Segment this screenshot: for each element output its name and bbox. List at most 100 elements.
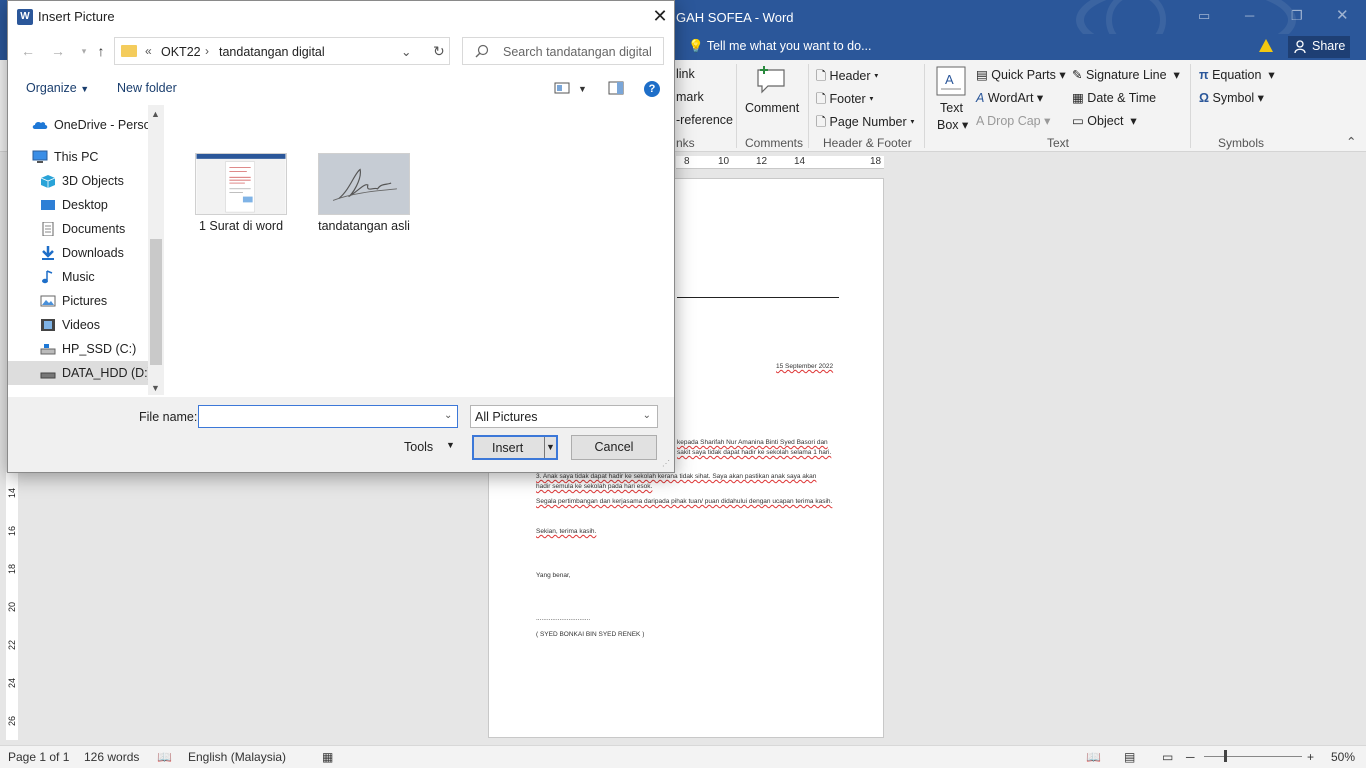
document-title: GAH SOFEA - Word [676, 10, 794, 25]
file-item[interactable]: 1 Surat di word [183, 145, 293, 235]
language[interactable]: English (Malaysia) [188, 750, 286, 764]
zoom-slider[interactable] [1204, 756, 1302, 757]
nav-label: Music [62, 270, 95, 284]
window-close-icon[interactable]: ✕ [1336, 6, 1349, 24]
nav-item-hp-ssd[interactable]: HP_SSD (C:) [8, 337, 148, 361]
insert-picture-dialog: W Insert Picture ✕ ← → ▾ ↑ « OKT22 › tan… [7, 0, 675, 473]
ribbon-bookmark-partial[interactable]: mark [676, 90, 704, 104]
organize-button[interactable]: Organize ▼ [26, 81, 89, 95]
minimize-icon[interactable]: ─ [1245, 8, 1254, 23]
new-folder-button[interactable]: New folder [117, 81, 177, 95]
signature-line-button[interactable]: ✎ Signature Line ▾ [1072, 67, 1180, 82]
header-button[interactable]: 🗋 Header ▾ [816, 67, 879, 88]
lightbulb-icon: 💡 [688, 39, 704, 53]
cancel-button[interactable]: Cancel [571, 435, 657, 460]
page-number-button[interactable]: 🗋 Page Number ▾ [816, 113, 915, 134]
insert-options-dropdown-icon[interactable]: ▼ [544, 437, 556, 458]
word-count[interactable]: 126 words [84, 750, 139, 764]
ribbon-link-partial[interactable]: link [676, 67, 695, 81]
view-dropdown-icon[interactable]: ▼ [578, 84, 587, 94]
nav-item-pictures[interactable]: Pictures [8, 289, 148, 313]
breadcrumb-chevron-icon[interactable]: › [205, 44, 209, 58]
documents-icon [42, 222, 54, 236]
nav-item-music[interactable]: Music [8, 265, 148, 289]
date-time-button[interactable]: ▦ Date & Time [1072, 90, 1156, 105]
dialog-close-button[interactable]: ✕ [648, 5, 672, 29]
zoom-out-icon[interactable]: ─ [1186, 750, 1195, 764]
breadcrumb-okt22[interactable]: OKT22 [161, 45, 201, 59]
share-button[interactable]: Share [1288, 36, 1350, 58]
ribbon-display-options-icon[interactable]: ▭ [1198, 8, 1210, 24]
page-number-icon: 🗋 [816, 115, 827, 129]
symbol-button[interactable]: Ω Symbol ▾ [1199, 90, 1264, 105]
person-icon [1294, 40, 1306, 53]
text-box-button[interactable]: Box ▾ [937, 117, 968, 132]
wordart-button[interactable]: A WordArt ▾ [976, 90, 1043, 105]
zoom-slider-thumb[interactable] [1224, 750, 1227, 762]
maximize-icon[interactable]: ❐ [1291, 8, 1303, 24]
read-mode-icon[interactable]: 📖 [1086, 750, 1101, 764]
up-arrow-icon[interactable]: ↑ [91, 41, 111, 61]
macro-icon[interactable]: ▦ [322, 750, 333, 764]
ruler-tick: 8 [684, 156, 690, 167]
header-label: Header [829, 69, 871, 83]
zoom-in-icon[interactable]: + [1307, 750, 1314, 764]
back-arrow-icon[interactable]: ← [18, 41, 38, 61]
nav-item-desktop[interactable]: Desktop [8, 193, 148, 217]
nav-label: This PC [54, 150, 99, 164]
signature-line-label: Signature Line [1085, 68, 1167, 82]
file-item[interactable]: tandatangan asli [306, 145, 416, 235]
file-name-input[interactable] [198, 405, 458, 428]
object-button[interactable]: ▭ Object ▾ [1072, 113, 1137, 128]
preview-pane-icon[interactable] [608, 81, 624, 95]
scroll-down-icon[interactable]: ▼ [151, 383, 160, 393]
web-layout-icon[interactable]: ▭ [1162, 750, 1173, 764]
scrollbar-thumb[interactable] [150, 239, 162, 365]
nav-item-onedrive[interactable]: OneDrive - Personal [8, 113, 148, 137]
nav-item-downloads[interactable]: Downloads [8, 241, 148, 265]
insert-button[interactable]: Insert ▼ [472, 435, 558, 460]
word-app-icon: W [17, 9, 33, 25]
ribbon-separator [808, 64, 809, 148]
tools-button[interactable]: Tools ▼ [404, 440, 455, 454]
resize-grip-icon[interactable]: ⋰ [662, 459, 670, 468]
symbols-group-label: Symbols [1218, 136, 1265, 150]
text-box-label-1[interactable]: Text [940, 101, 963, 115]
tell-me-box[interactable]: 💡 Tell me what you want to do... [688, 39, 872, 54]
page-count[interactable]: Page 1 of 1 [8, 750, 69, 764]
address-bar[interactable]: « OKT22 › tandatangan digital ⌄ ↻ [114, 37, 450, 65]
file-type-select[interactable]: All Pictures ⌄ [470, 405, 658, 428]
nav-item-3d-objects[interactable]: 3D Objects [8, 169, 148, 193]
refresh-icon[interactable]: ↻ [433, 43, 445, 60]
quick-parts-button[interactable]: ▤ Quick Parts ▾ [976, 67, 1066, 82]
nav-label: 3D Objects [62, 174, 124, 188]
nav-item-documents[interactable]: Documents [8, 217, 148, 241]
search-box[interactable]: Search tandatangan digital [462, 37, 664, 65]
forward-arrow-icon[interactable]: → [48, 41, 68, 61]
zoom-level[interactable]: 50% [1331, 750, 1355, 764]
nav-item-data-hdd[interactable]: DATA_HDD (D:) [8, 361, 148, 385]
print-layout-icon[interactable]: ▤ [1124, 750, 1135, 764]
proofing-icon[interactable]: 📖 [157, 750, 172, 764]
equation-button[interactable]: π Equation ▾ [1199, 67, 1275, 82]
ruler-tick: 14 [7, 487, 17, 498]
nav-item-this-pc[interactable]: This PC [8, 145, 148, 169]
collapse-ribbon-icon[interactable]: ⌃ [1346, 134, 1356, 149]
nav-scrollbar[interactable]: ▲ ▼ [148, 105, 164, 395]
file-name-dropdown-icon[interactable]: ⌄ [444, 410, 452, 421]
comment-button[interactable]: Comment [745, 101, 799, 115]
wordart-label: WordArt [987, 91, 1034, 105]
breadcrumb-tandatangan-digital[interactable]: tandatangan digital [219, 45, 325, 59]
warning-icon[interactable] [1259, 39, 1273, 52]
nav-label: Desktop [62, 198, 108, 212]
ribbon-crossref-partial[interactable]: -reference [676, 113, 733, 127]
nav-item-videos[interactable]: Videos [8, 313, 148, 337]
scroll-up-icon[interactable]: ▲ [151, 109, 160, 119]
chevron-down-icon: ▼ [80, 84, 90, 94]
help-icon[interactable]: ? [644, 81, 660, 97]
comment-icon [757, 66, 785, 94]
address-dropdown-icon[interactable]: ⌄ [401, 44, 411, 59]
view-options-icon[interactable] [554, 81, 570, 95]
breadcrumb-overflow-icon[interactable]: « [145, 44, 152, 58]
footer-button[interactable]: 🗋 Footer ▾ [816, 90, 874, 111]
